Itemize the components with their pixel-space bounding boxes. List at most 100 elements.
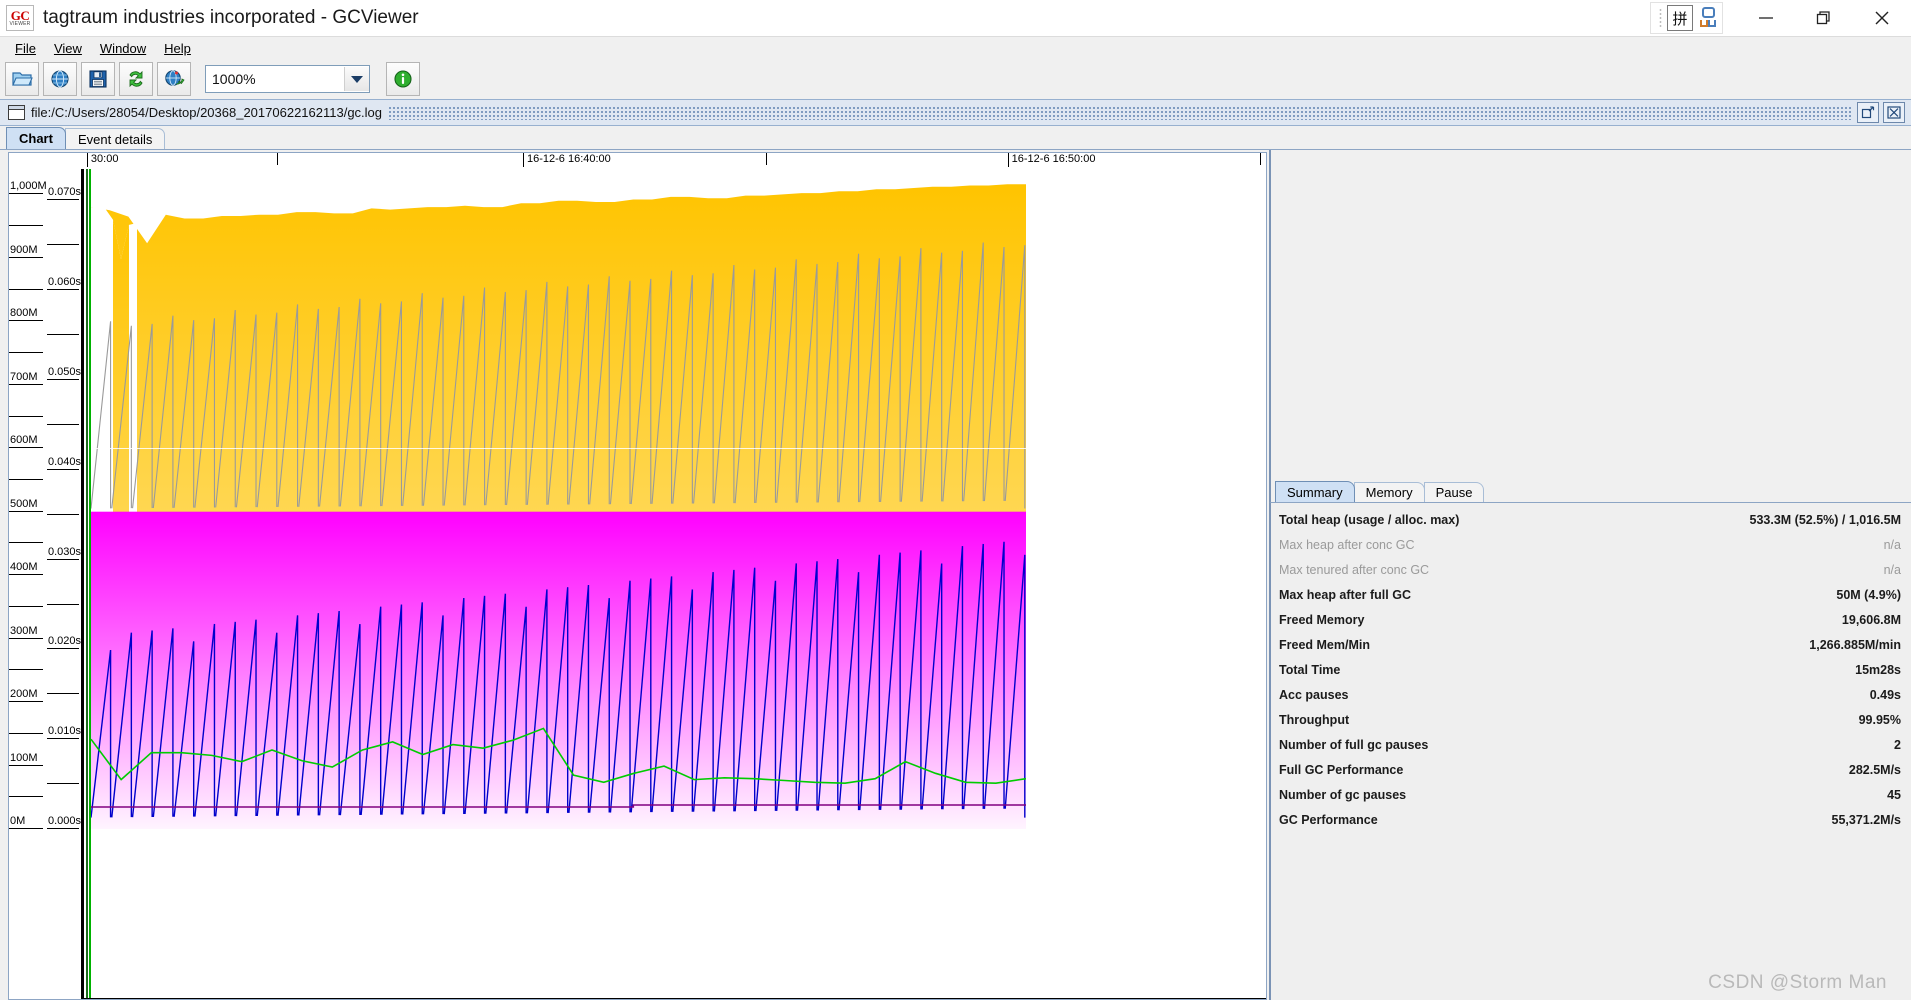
chart-bottom-gridlines <box>81 969 1266 999</box>
memory-axis: 1,000M 900M 800M 700M 600M 500M 400M 300M 200M 10… <box>9 153 47 999</box>
tab-memory[interactable]: Memory <box>1353 482 1425 502</box>
time-axis-label: 16-12-6 16:40:00 <box>523 153 611 167</box>
summary-row-key: GC Performance <box>1279 812 1378 827</box>
pause-axis-tick-label: 0.050s <box>48 366 82 379</box>
menu-item-window[interactable]: Window <box>91 39 155 58</box>
summary-row: Freed Memory 19,606.8M <box>1279 607 1901 632</box>
menu-item-view[interactable]: View <box>45 39 91 58</box>
memory-axis-tick-label: 200M <box>10 688 38 701</box>
tenured-area <box>91 511 1026 829</box>
memory-axis-minor-tick <box>9 605 43 607</box>
memory-axis-tick-label: 300M <box>10 624 38 637</box>
memory-axis-tick: 0M <box>9 815 43 829</box>
open-file-button[interactable] <box>5 62 39 96</box>
memory-axis-minor-tick <box>9 478 43 480</box>
info-icon <box>394 70 412 88</box>
memory-axis-tick-label: 400M <box>10 561 38 574</box>
floppy-disk-icon <box>89 70 107 88</box>
ime-grip-handle[interactable] <box>1659 8 1662 28</box>
summary-row-value: 55,371.2M/s <box>1831 812 1902 827</box>
file-path-label: file:/C:/Users/28054/Desktop/20368_20170… <box>31 105 383 120</box>
memory-axis-minor-tick <box>9 352 43 354</box>
pause-axis-tick: 0.060s <box>47 276 81 291</box>
memory-axis-tick: 400M <box>9 561 43 576</box>
folder-icon <box>12 72 33 86</box>
summary-row: Total Time 15m28s <box>1279 657 1901 682</box>
memory-axis-tick: 500M <box>9 498 43 512</box>
memory-axis-tick: 1,000M <box>9 180 47 195</box>
globe-icon <box>51 70 69 88</box>
summary-row-value: 50M (4.9%) <box>1836 587 1901 602</box>
open-url-button[interactable] <box>43 62 77 96</box>
summary-row-key: Acc pauses <box>1279 687 1349 702</box>
tab-summary-label: Summary <box>1287 484 1343 500</box>
summary-row-key: Max tenured after conc GC <box>1279 562 1430 577</box>
summary-row-value: 2 <box>1894 737 1901 752</box>
pause-axis-tick-label: 0.040s <box>48 455 82 468</box>
summary-row-key: Throughput <box>1279 712 1350 727</box>
tab-event-details-label: Event details <box>77 131 153 147</box>
menu-item-file[interactable]: File <box>6 39 45 58</box>
maximize-restore-button[interactable] <box>1795 0 1853 36</box>
about-button[interactable] <box>386 62 420 96</box>
title-bar: GC VIEWER tagtraum industries incorporat… <box>0 0 1911 37</box>
pause-axis-minor-tick <box>47 603 79 605</box>
zoom-combobox[interactable] <box>205 65 370 93</box>
summary-row-value: 1,266.885M/min <box>1809 637 1901 652</box>
float-panel-button[interactable] <box>1857 102 1879 123</box>
memory-axis-tick-label: 600M <box>10 434 38 447</box>
minimize-button[interactable] <box>1737 0 1795 36</box>
memory-axis-minor-tick <box>9 732 43 734</box>
main-content: 1,000M 900M 800M 700M 600M 500M 400M 300M 200M 10… <box>0 150 1911 1000</box>
summary-row-value: n/a <box>1883 562 1901 577</box>
memory-axis-tick-label: 700M <box>10 370 38 383</box>
close-box-icon <box>1887 106 1901 119</box>
globe-refresh-icon <box>165 70 185 86</box>
tab-event-details[interactable]: Event details <box>64 128 166 149</box>
document-icon <box>8 105 25 120</box>
summary-row: Total heap (usage / alloc. max) 533.3M (5… <box>1279 507 1901 532</box>
close-panel-button[interactable] <box>1883 102 1905 123</box>
pause-axis-tick-label: 0.070s <box>48 186 82 199</box>
ime-switch-icon[interactable] <box>1698 7 1718 29</box>
close-button[interactable] <box>1853 0 1911 36</box>
menu-bar: File View Window Help <box>0 37 1911 59</box>
time-axis-tick <box>1260 153 1262 165</box>
drag-dots-area[interactable] <box>388 105 1851 120</box>
memory-axis-tick: 800M <box>9 307 43 322</box>
main-tab-strip: Chart Event details <box>0 126 1911 150</box>
refresh-button[interactable] <box>119 62 153 96</box>
tab-chart[interactable]: Chart <box>6 127 66 149</box>
memory-axis-tick: 600M <box>9 434 43 449</box>
watch-button[interactable] <box>157 62 191 96</box>
memory-axis-tick: 200M <box>9 688 43 703</box>
pause-axis-minor-tick <box>47 693 79 695</box>
menu-item-file-label: File <box>15 40 36 56</box>
ime-chinese-mode-icon[interactable]: 拼 <box>1667 5 1693 31</box>
summary-row: Number of gc pauses 45 <box>1279 782 1901 807</box>
pause-axis-tick-label: 0.010s <box>48 725 82 738</box>
zoom-input[interactable] <box>206 66 344 92</box>
pause-axis-minor-tick <box>47 244 79 246</box>
tab-memory-label: Memory <box>1365 485 1413 500</box>
gc-chart-panel[interactable]: 1,000M 900M 800M 700M 600M 500M 400M 300M 200M 10… <box>8 152 1267 1000</box>
tab-summary[interactable]: Summary <box>1275 481 1355 502</box>
pause-axis-tick-label: 0.020s <box>48 635 82 648</box>
summary-row-key: Total heap (usage / alloc. max) <box>1279 512 1460 527</box>
chart-baseline <box>81 998 1266 999</box>
summary-row: GC Performance 55,371.2M/s <box>1279 807 1901 832</box>
app-logo-icon: GC VIEWER <box>6 5 34 31</box>
export-button[interactable] <box>81 62 115 96</box>
time-axis-label: 16-12-6 16:50:00 <box>1007 153 1095 167</box>
menu-item-help[interactable]: Help <box>155 39 200 58</box>
chart-plot-area[interactable]: 30:00 16-12-6 16:40:00 16-12-6 16:50:00 <box>81 153 1266 999</box>
ime-toolbar[interactable]: 拼 <box>1650 2 1723 34</box>
chart-start-line-dark-green <box>86 169 88 999</box>
zoom-dropdown-arrow[interactable] <box>344 67 369 91</box>
pause-axis-tick: 0.040s <box>47 456 81 470</box>
tab-pause[interactable]: Pause <box>1423 482 1485 502</box>
memory-axis-minor-tick <box>9 796 43 798</box>
menu-item-help-label: Help <box>164 40 191 56</box>
summary-row-key: Freed Memory <box>1279 612 1365 627</box>
summary-row-value: 99.95% <box>1858 712 1901 727</box>
